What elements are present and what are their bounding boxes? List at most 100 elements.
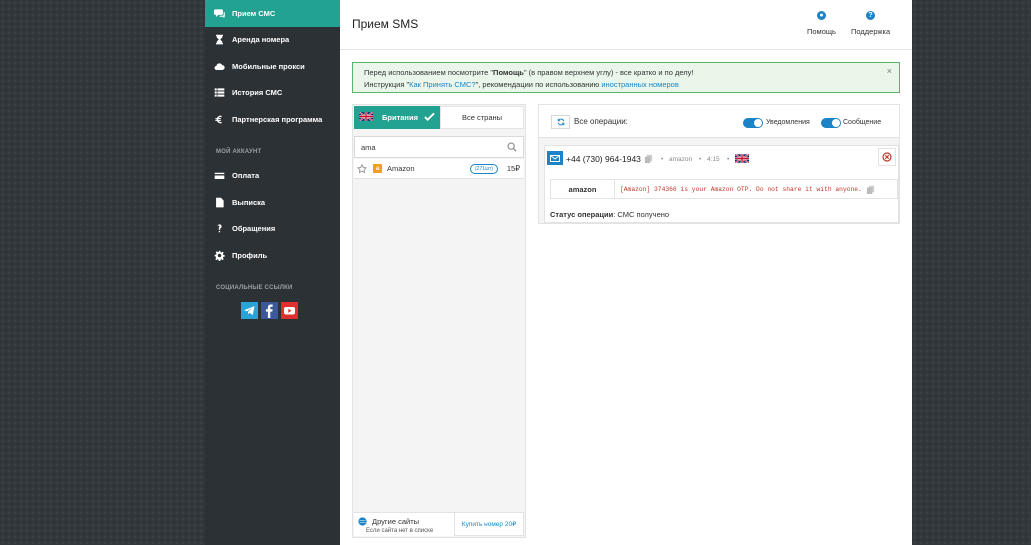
other-sites-label: Другие сайты <box>372 517 420 526</box>
sidebar-item-sms-receive[interactable]: Прием СМС <box>205 0 340 27</box>
buy-number-button[interactable]: Купить номер 20₽ <box>454 512 524 536</box>
hourglass-icon <box>213 34 225 46</box>
notice-text: Инструкция " <box>364 80 410 89</box>
status-label: Статус операции <box>550 210 614 219</box>
globe-icon <box>358 517 367 526</box>
message-label: Сообщение <box>843 119 882 126</box>
sidebar-item-payment[interactable]: Оплата <box>205 163 340 190</box>
other-sites-option[interactable]: Другие сайты Если сайта нет в списке <box>354 512 455 536</box>
sms-message: amazon [Amazon] 374366 is your Amazon OT… <box>550 179 898 199</box>
copy-icon[interactable] <box>644 154 653 163</box>
sidebar-item-label: Выписка <box>232 197 266 207</box>
youtube-icon[interactable] <box>281 301 298 319</box>
sms-text-content: [Amazon] 374366 is your Amazon OTP. Do n… <box>620 185 862 193</box>
main-content: Прием SMS ● Помощь ? Поддержка Перед исп… <box>340 0 912 545</box>
notifications-label: Уведомления <box>766 119 810 126</box>
notice-help-bold: Помощь <box>493 68 524 77</box>
sidebar: Прием СМС Аренда номера Мобильные прокси… <box>205 0 340 545</box>
uk-flag-icon <box>734 153 750 165</box>
refresh-button[interactable] <box>551 115 570 129</box>
service-price: 15₽ <box>506 164 520 173</box>
sidebar-item-label: Профиль <box>232 250 268 260</box>
account-section-title: МОЙ АККАУНТ <box>216 148 262 155</box>
facebook-icon[interactable] <box>261 301 278 319</box>
sidebar-item-label: Прием СМС <box>232 8 276 18</box>
other-sites-hint: Если сайта нет в списке <box>366 528 434 534</box>
amazon-logo-icon: a <box>373 164 382 173</box>
country-selector: Британия Все страны <box>354 106 524 129</box>
social-links <box>205 301 340 319</box>
check-icon <box>424 112 435 122</box>
list-icon <box>213 87 225 99</box>
support-label: Поддержка <box>851 27 891 36</box>
sidebar-item-label: Мобильные прокси <box>232 61 305 71</box>
notice-line-2: Инструкция "Как Принять СМС?", рекоменда… <box>364 79 888 91</box>
telegram-icon[interactable] <box>241 301 258 319</box>
gear-icon <box>213 249 225 261</box>
operation-card: +44 (730) 964-1943 • amazon • 4:15 • ama… <box>544 145 899 223</box>
sidebar-item-label: Оплата <box>232 171 260 181</box>
refresh-icon <box>557 118 564 126</box>
foreign-numbers-link[interactable]: иностранных номеров <box>601 80 679 89</box>
sidebar-item-partner-program[interactable]: Партнерская программа <box>205 106 340 133</box>
service-search-input[interactable] <box>355 137 523 157</box>
close-icon[interactable]: × <box>887 65 892 77</box>
cancel-operation-button[interactable] <box>878 148 896 166</box>
service-panel: Британия Все страны a Amazon (271шт) 15₽… <box>352 104 526 538</box>
sms-sender: amazon <box>551 180 615 198</box>
page-title: Прием SMS <box>352 17 419 31</box>
operations-panel: Все операции: Уведомления Сообщение +44 … <box>538 104 900 224</box>
separator-dot: • <box>727 156 730 163</box>
operation-service: amazon <box>669 156 693 163</box>
globe-icon: ● <box>816 11 826 20</box>
envelope-icon <box>547 151 563 165</box>
country-button-uk[interactable]: Британия <box>354 106 440 129</box>
sidebar-item-number-rent[interactable]: Аренда номера <box>205 27 340 54</box>
sidebar-item-statement[interactable]: Выписка <box>205 189 340 216</box>
uk-flag-icon <box>358 111 374 123</box>
phone-number: +44 (730) 964-1943 <box>566 154 641 164</box>
sidebar-item-label: Партнерская программа <box>232 114 323 124</box>
star-icon[interactable] <box>357 163 367 174</box>
sidebar-item-sms-history[interactable]: История СМС <box>205 80 340 107</box>
operation-header: +44 (730) 964-1943 • amazon • 4:15 • <box>545 146 898 174</box>
service-row-amazon[interactable]: a Amazon (271шт) 15₽ <box>354 159 524 179</box>
page-header: Прием SMS ● Помощь ? Поддержка <box>340 0 912 50</box>
info-notice: Перед использованием посмотрите "Помощь"… <box>352 62 900 93</box>
operation-status: Статус операции: СМС получено <box>550 210 669 219</box>
operations-header: Все операции: Уведомления Сообщение <box>539 105 899 138</box>
service-quantity-badge: (271шт) <box>470 164 498 174</box>
how-to-receive-sms-link[interactable]: Как Принять СМС? <box>409 80 475 89</box>
service-name: Amazon <box>387 164 415 173</box>
notifications-toggle[interactable] <box>743 118 763 128</box>
notice-text: ", рекомендации по использованию <box>475 80 602 89</box>
service-search <box>354 136 524 158</box>
message-toggle[interactable] <box>821 118 841 128</box>
question-icon <box>213 223 225 235</box>
notice-line-1: Перед использованием посмотрите "Помощь"… <box>364 67 888 79</box>
chat-icon <box>213 7 225 19</box>
cloud-icon <box>213 60 225 72</box>
euro-icon <box>213 113 225 125</box>
help-label: Помощь <box>807 27 836 36</box>
sidebar-item-label: Обращения <box>232 224 276 234</box>
help-button[interactable]: ● Помощь <box>807 11 836 36</box>
question-circle-icon: ? <box>866 11 876 20</box>
copy-icon[interactable] <box>866 185 875 194</box>
app-window: Прием СМС Аренда номера Мобильные прокси… <box>205 0 912 545</box>
sidebar-item-mobile-proxy[interactable]: Мобильные прокси <box>205 53 340 80</box>
sidebar-item-profile[interactable]: Профиль <box>205 242 340 269</box>
sidebar-item-tickets[interactable]: Обращения <box>205 216 340 243</box>
sidebar-item-label: История СМС <box>232 88 283 98</box>
search-icon <box>507 142 517 152</box>
all-countries-button[interactable]: Все страны <box>440 106 524 129</box>
operation-time: 4:15 <box>707 156 720 163</box>
all-operations-label: Все операции: <box>574 117 628 126</box>
support-button[interactable]: ? Поддержка <box>851 11 890 36</box>
sms-text: [Amazon] 374366 is your Amazon OTP. Do n… <box>615 180 897 198</box>
notice-text: " (в правом верхнем углу) - все кратко и… <box>523 68 694 77</box>
document-icon <box>213 196 225 208</box>
separator-dot: • <box>661 156 664 163</box>
status-value: : СМС получено <box>613 210 670 219</box>
country-label: Британия <box>382 113 418 122</box>
